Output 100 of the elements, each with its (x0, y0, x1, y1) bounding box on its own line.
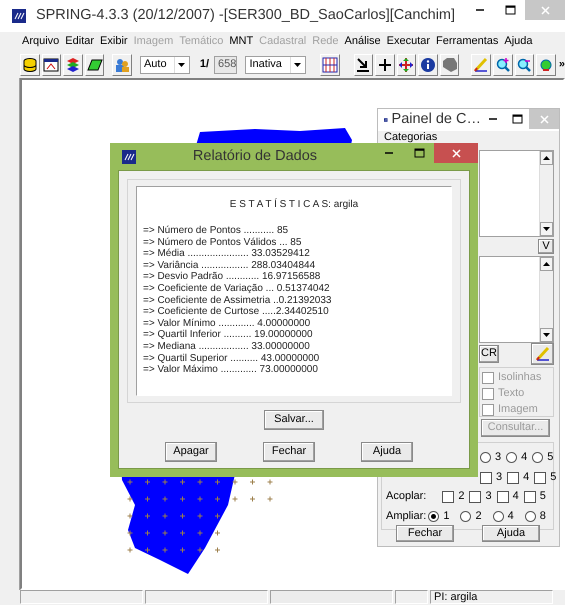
scale-dropdown[interactable]: Auto (140, 56, 190, 74)
cr-button[interactable]: CR (479, 345, 499, 363)
checkbox[interactable] (507, 472, 520, 484)
move-icon (398, 57, 414, 73)
up-arrow-icon (543, 156, 550, 160)
checkbox[interactable] (534, 472, 546, 484)
users-icon (114, 57, 130, 73)
radio-button[interactable] (428, 511, 440, 522)
statistics-line: => Coeficiente de Variação ... 0.51374042 (143, 282, 331, 295)
plus-icon (376, 57, 393, 73)
menu-item[interactable]: Arquivo (22, 35, 60, 49)
v-button[interactable]: V (538, 239, 554, 254)
save-button[interactable]: Salvar... (264, 410, 324, 430)
menu-item[interactable]: Ajuda (504, 35, 533, 49)
down-arrow-icon (543, 333, 550, 337)
radio-button[interactable] (480, 452, 491, 464)
option-label: 5 (540, 490, 546, 504)
scrollbar[interactable] (539, 151, 553, 236)
layers-icon (64, 57, 81, 73)
radio-button[interactable] (460, 511, 472, 522)
checkbox-label: Texto (498, 387, 524, 400)
statistics-line: => Quartil Inferior .......... 19.00000000 (143, 329, 314, 341)
option-label: 3 (495, 451, 502, 464)
database-button[interactable] (20, 54, 40, 76)
window-title: SPRING-4.3.3 (20/12/2007) -[SER300_BD_SaoCarlos][Canchim] (34, 7, 456, 25)
overflow-chevron[interactable]: » (558, 58, 565, 72)
scale-field[interactable]: 658 (214, 56, 238, 74)
statistics-line: => Número de Pontos Válidos ... 85 (143, 236, 302, 248)
dialog-button[interactable]: Apagar (165, 442, 217, 462)
caret-icon (178, 63, 186, 67)
statistics-line: => Desvio Padrão ............ 16.97156588 (143, 271, 322, 283)
panel-title: Painel de C… (392, 111, 481, 129)
panel-button[interactable]: Ajuda (482, 525, 540, 542)
statistics-line: => Quartil Superior .......... 43.00000000 (143, 352, 320, 364)
layers-button[interactable] (63, 54, 83, 76)
statistics-line: => Número de Pontos ........... 85 (143, 225, 290, 237)
menu-item[interactable]: Ferramentas (436, 35, 498, 49)
checkbox[interactable] (469, 490, 482, 503)
radio-button[interactable] (492, 511, 504, 522)
option-label: 2 (475, 510, 482, 524)
checkbox[interactable] (480, 472, 492, 484)
app-icon (12, 9, 26, 23)
menu-item[interactable]: Exibir (100, 35, 128, 49)
app-icon (122, 150, 136, 164)
menu-item[interactable]: MNT (229, 35, 254, 49)
option-label: 5 (550, 471, 556, 484)
close-icon (540, 114, 548, 124)
database-icon (22, 57, 38, 73)
option-label: 3 (496, 471, 502, 484)
info-button[interactable] (418, 54, 438, 76)
zoom-in-button[interactable] (493, 54, 513, 76)
checkbox[interactable] (524, 490, 536, 503)
close-button[interactable] (434, 143, 478, 163)
option-label: 4 (521, 451, 528, 464)
menu-item[interactable]: Análise (344, 35, 381, 49)
info-icon (420, 57, 436, 73)
statistics-line: => Coeficiente de Curtose .....2.34402510 (143, 306, 330, 318)
grid-button[interactable] (320, 54, 340, 76)
parallelogram-icon (86, 57, 103, 73)
maximize-icon (504, 5, 516, 15)
window-icon (43, 57, 60, 73)
arrow-icon (355, 57, 372, 73)
globe-button[interactable] (536, 54, 556, 76)
users-button[interactable] (112, 54, 132, 76)
option-label: 4 (512, 490, 519, 504)
option-label: 2 (458, 490, 464, 504)
parallelogram-button[interactable] (84, 54, 104, 76)
checkbox[interactable] (496, 490, 509, 503)
menu-item[interactable]: Editar (65, 35, 94, 49)
checkbox[interactable] (442, 490, 454, 503)
radio-button[interactable] (524, 511, 536, 522)
dialog-button[interactable]: Fechar (263, 442, 315, 462)
statistics-line: => Mediana .................. 33.00000000 (143, 340, 311, 353)
maximize-icon (512, 114, 522, 124)
option-label: 3 (485, 490, 492, 504)
down-arrow-icon (543, 227, 550, 231)
radio-button[interactable] (532, 452, 544, 464)
scale-prefix: 1/ (200, 58, 210, 72)
option-label: 8 (540, 510, 546, 524)
checkbox-label: Isolinhas (498, 371, 542, 384)
menu-item[interactable]: Executar (386, 35, 430, 49)
radio-button[interactable] (506, 452, 518, 464)
status-panel (395, 590, 428, 604)
report-heading: E S T A T Í S T I C A S: argila (228, 199, 360, 211)
plus-button[interactable] (375, 54, 395, 76)
window-button[interactable] (42, 54, 62, 76)
move-button[interactable] (396, 54, 416, 76)
statistics-line: => Valor Máximo ............. 73.00000000 (143, 364, 319, 376)
panel-button[interactable]: Fechar (396, 525, 454, 542)
dialog-button[interactable]: Ajuda (361, 442, 413, 462)
pencil-button[interactable] (531, 343, 554, 365)
dialog-title: Relatório de Dados (192, 148, 318, 166)
arrow-button[interactable] (354, 54, 374, 76)
zoom-in-icon (494, 57, 511, 73)
zoom-out-button[interactable] (514, 54, 534, 76)
categories-label: Categorias (384, 131, 438, 144)
pencil-icon (534, 346, 550, 362)
scrollbar[interactable] (539, 257, 553, 342)
mode-dropdown[interactable]: Inativa (245, 56, 306, 74)
option-label: 4 (523, 471, 530, 484)
